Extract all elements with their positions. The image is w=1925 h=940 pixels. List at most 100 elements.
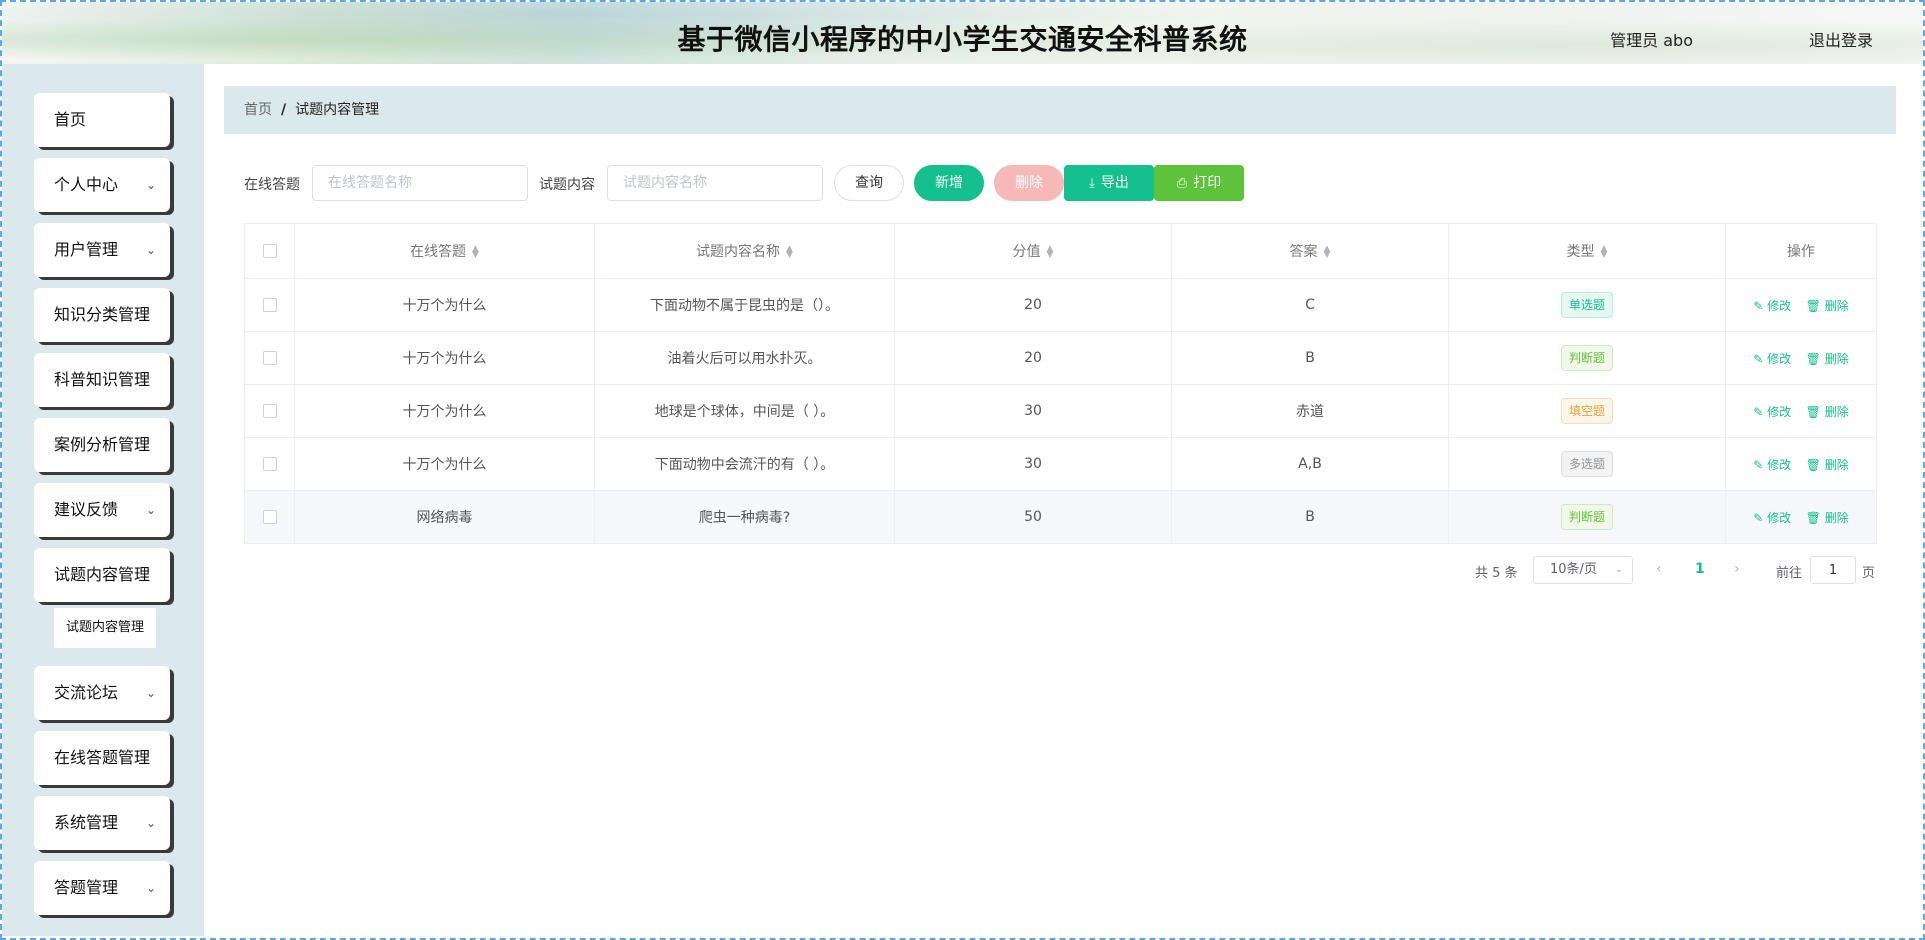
select-all-cell [244,223,295,279]
sidebar-item-knowledge-management[interactable]: 科普知识管理 [34,353,170,407]
edit-button[interactable]: ✎ 修改 [1753,458,1791,472]
page-number-current[interactable]: 1 [1695,561,1705,577]
chevron-down-icon: ⌄ [145,816,156,830]
sort-icon[interactable]: ▲ ▼ [786,245,793,260]
sidebar-item-system-management[interactable]: 系统管理 ⌄ [34,796,170,850]
trash-icon: 🗑 [1805,298,1821,313]
chevron-down-icon: ⌄ [145,503,156,517]
print-button[interactable]: ⎙ 打印 [1154,165,1244,201]
sidebar-item-answer-management[interactable]: 答题管理 ⌄ [34,861,170,915]
cell-type: 单选题 [1448,278,1726,332]
sidebar-item-label: 个人中心 [54,175,119,194]
sort-icon[interactable]: ▲ ▼ [1324,245,1331,260]
cell-quiz: 十万个为什么 [294,331,595,385]
goto-page-input[interactable] [1810,556,1856,584]
row-select-cell [244,437,295,491]
chevron-down-icon: ⌄ [1614,564,1623,575]
delete-label: 删除 [1824,404,1849,419]
edit-label: 修改 [1767,510,1792,525]
edit-label: 修改 [1767,457,1792,472]
sidebar-item-forum[interactable]: 交流论坛 ⌄ [34,666,170,720]
top-header: 基于微信小程序的中小学生交通安全科普系统 管理员 abo 退出登录 [2,2,1923,64]
breadcrumb-home[interactable]: 首页 [244,102,272,118]
delete-button[interactable]: 🗑 删除 [1806,511,1849,525]
sidebar: 首页 个人中心 ⌄ 用户管理 ⌄ 知识分类管理 科普知识管理 案例分析管理 建议… [2,64,204,936]
edit-button[interactable]: ✎ 修改 [1753,405,1791,419]
column-header-type[interactable]: 类型 ▲ ▼ [1448,223,1726,279]
cell-actions: ✎ 修改 🗑 删除 [1725,331,1877,385]
page-size-select[interactable]: 10条/页 ⌄ [1533,556,1633,584]
print-label: 打印 [1193,175,1222,191]
row-checkbox[interactable] [262,457,277,471]
row-checkbox[interactable] [262,510,277,524]
sidebar-item-label: 交流论坛 [54,683,119,702]
edit-icon: ✎ [1753,457,1764,472]
content-name-input[interactable] [607,165,823,201]
prev-page-button[interactable]: ‹ [1656,561,1662,577]
type-tag: 判断题 [1560,345,1613,371]
sidebar-item-home[interactable]: 首页 [34,93,170,147]
cell-answer: 赤道 [1171,384,1449,438]
cell-actions: ✎ 修改 🗑 删除 [1725,490,1877,544]
cell-type: 填空题 [1448,384,1726,438]
submenu-item-question-management[interactable]: 试题内容管理 [54,608,156,648]
cell-score: 50 [894,490,1172,544]
cell-content: 下面动物中会流汗的有（ ）。 [594,437,895,491]
table-header-row: 在线答题 ▲ ▼ 试题内容名称 ▲ ▼ 分值 ▲ ▼ 答案 ▲ ▼ 类型 ▲ ▼ 操作 [244,223,1877,279]
column-header-score[interactable]: 分值 ▲ ▼ [894,223,1172,279]
add-button[interactable]: 新增 [914,165,984,201]
table-row: 十万个为什么 下面动物中会流汗的有（ ）。 30 A,B 多选题 ✎ 修改 🗑 … [244,437,1877,491]
row-checkbox[interactable] [262,298,277,312]
delete-button[interactable]: 🗑 删除 [1806,299,1849,313]
next-page-button[interactable]: › [1734,561,1740,577]
type-tag: 填空题 [1560,398,1613,424]
cell-quiz: 十万个为什么 [294,278,595,332]
cell-type: 判断题 [1448,490,1726,544]
cell-score: 20 [894,278,1172,332]
edit-button[interactable]: ✎ 修改 [1753,299,1791,313]
delete-label: 删除 [1824,457,1849,472]
column-header-label: 答案 [1289,244,1318,260]
query-button[interactable]: 查询 [834,165,904,201]
batch-delete-button[interactable]: 删除 [994,165,1064,201]
quiz-name-input[interactable] [312,165,528,201]
cell-type: 判断题 [1448,331,1726,385]
sort-icon[interactable]: ▲ ▼ [1601,245,1608,260]
select-all-checkbox[interactable] [262,244,277,258]
sort-icon[interactable]: ▲ ▼ [472,245,479,260]
row-select-cell [244,278,295,332]
sidebar-item-feedback[interactable]: 建议反馈 ⌄ [34,483,170,537]
logout-link[interactable]: 退出登录 [1809,27,1873,51]
sidebar-item-online-quiz-management[interactable]: 在线答题管理 [34,731,170,785]
edit-button[interactable]: ✎ 修改 [1753,511,1791,525]
sidebar-item-label: 科普知识管理 [54,370,151,389]
sidebar-item-label: 答题管理 [54,878,119,897]
type-tag: 单选题 [1560,292,1613,318]
question-table: 在线答题 ▲ ▼ 试题内容名称 ▲ ▼ 分值 ▲ ▼ 答案 ▲ ▼ 类型 ▲ ▼ 操作 十万个为什么… [244,223,1877,544]
delete-button[interactable]: 🗑 删除 [1806,458,1849,472]
delete-button[interactable]: 🗑 删除 [1806,352,1849,366]
column-header-content[interactable]: 试题内容名称 ▲ ▼ [594,223,895,279]
chevron-down-icon: ⌄ [145,243,156,257]
column-header-label: 试题内容名称 [696,244,781,260]
sidebar-item-category-management[interactable]: 知识分类管理 [34,288,170,342]
sidebar-item-question-management[interactable]: 试题内容管理 [34,548,170,602]
sidebar-item-personal-center[interactable]: 个人中心 ⌄ [34,158,170,212]
goto-unit: 页 [1862,566,1876,581]
column-header-answer[interactable]: 答案 ▲ ▼ [1171,223,1449,279]
sort-icon[interactable]: ▲ ▼ [1047,245,1054,260]
sidebar-item-user-management[interactable]: 用户管理 ⌄ [34,223,170,277]
edit-button[interactable]: ✎ 修改 [1753,352,1791,366]
column-header-label: 在线答题 [410,244,467,260]
row-checkbox[interactable] [262,351,277,365]
chevron-down-icon: ⌄ [145,686,156,700]
column-header-quiz[interactable]: 在线答题 ▲ ▼ [294,223,595,279]
sidebar-item-case-management[interactable]: 案例分析管理 [34,418,170,472]
cell-content: 下面动物不属于昆虫的是（）。 [594,278,895,332]
breadcrumb-current: 试题内容管理 [295,102,380,118]
export-button[interactable]: ⤓ 导出 [1064,165,1154,201]
cell-quiz: 十万个为什么 [294,384,595,438]
cell-actions: ✎ 修改 🗑 删除 [1725,437,1877,491]
row-checkbox[interactable] [262,404,277,418]
delete-button[interactable]: 🗑 删除 [1806,405,1849,419]
